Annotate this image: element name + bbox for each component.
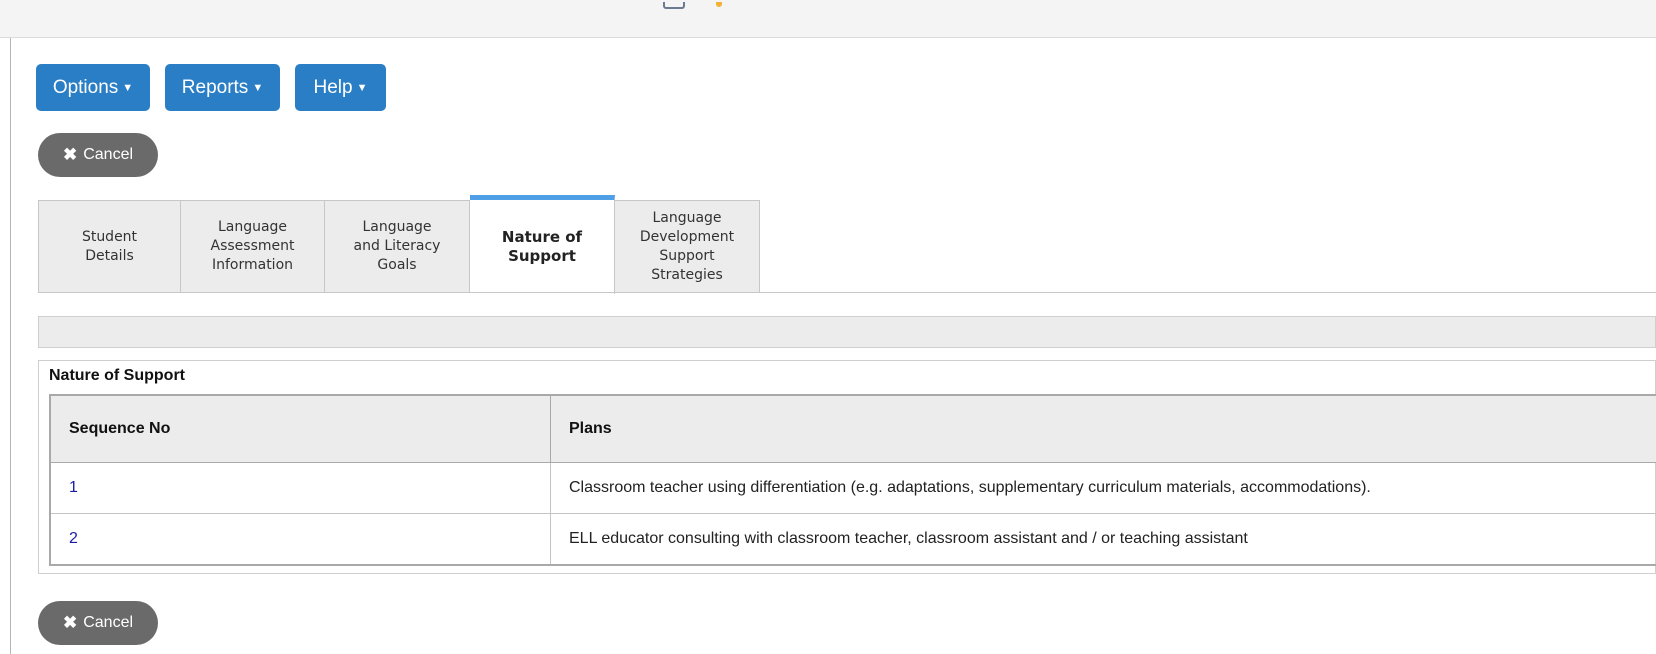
chevron-down-icon: ▼ bbox=[356, 81, 368, 94]
close-icon: ✖ bbox=[62, 613, 78, 632]
tab-nature-of-support[interactable]: Nature of Support bbox=[470, 195, 615, 294]
cancel-button-label: Cancel bbox=[83, 614, 134, 631]
plans-table: Sequence No Plans 1 Classroom teacher us… bbox=[49, 394, 1656, 566]
reports-menu-label: Reports bbox=[181, 76, 249, 98]
reports-menu-button[interactable]: Reports ▼ bbox=[165, 64, 280, 111]
nature-of-support-section: Nature of Support Sequence No Plans 1 Cl… bbox=[38, 360, 1656, 574]
sequence-link[interactable]: 1 bbox=[49, 462, 551, 514]
tab-baseline bbox=[38, 292, 1656, 293]
tab-language-assessment-information[interactable]: Language Assessment Information bbox=[181, 200, 325, 293]
notification-icon[interactable] bbox=[716, 2, 722, 7]
left-divider bbox=[10, 38, 11, 654]
window-icon[interactable] bbox=[663, 2, 685, 9]
sequence-link[interactable]: 2 bbox=[49, 513, 551, 566]
help-menu-button[interactable]: Help ▼ bbox=[295, 64, 386, 111]
section-title: Nature of Support bbox=[49, 367, 185, 384]
cancel-button-label: Cancel bbox=[83, 146, 134, 163]
tab-language-and-literacy-goals[interactable]: Language and Literacy Goals bbox=[325, 200, 470, 293]
tab-student-details[interactable]: Student Details bbox=[38, 200, 181, 293]
tab-language-development-support-strategies[interactable]: Language Development Support Strategies bbox=[615, 200, 760, 293]
message-bar bbox=[38, 316, 1656, 348]
plan-cell: Classroom teacher using differentiation … bbox=[550, 462, 1656, 514]
cancel-button-top[interactable]: ✖ Cancel bbox=[38, 133, 158, 177]
options-menu-label: Options bbox=[52, 76, 119, 98]
chevron-down-icon: ▼ bbox=[122, 81, 134, 94]
cancel-button-bottom[interactable]: ✖ Cancel bbox=[38, 601, 158, 645]
top-toolbar bbox=[0, 0, 1656, 38]
options-menu-button[interactable]: Options ▼ bbox=[36, 64, 150, 111]
column-header-sequence-no[interactable]: Sequence No bbox=[49, 394, 551, 463]
plan-cell: ELL educator consulting with classroom t… bbox=[550, 513, 1656, 566]
help-menu-label: Help bbox=[313, 76, 353, 98]
table-header-row: Sequence No Plans bbox=[49, 394, 1656, 463]
close-icon: ✖ bbox=[62, 145, 78, 164]
table-row[interactable]: 1 Classroom teacher using differentiatio… bbox=[49, 462, 1656, 514]
column-header-plans[interactable]: Plans bbox=[550, 394, 1656, 463]
table-row[interactable]: 2 ELL educator consulting with classroom… bbox=[49, 513, 1656, 566]
chevron-down-icon: ▼ bbox=[252, 81, 264, 94]
